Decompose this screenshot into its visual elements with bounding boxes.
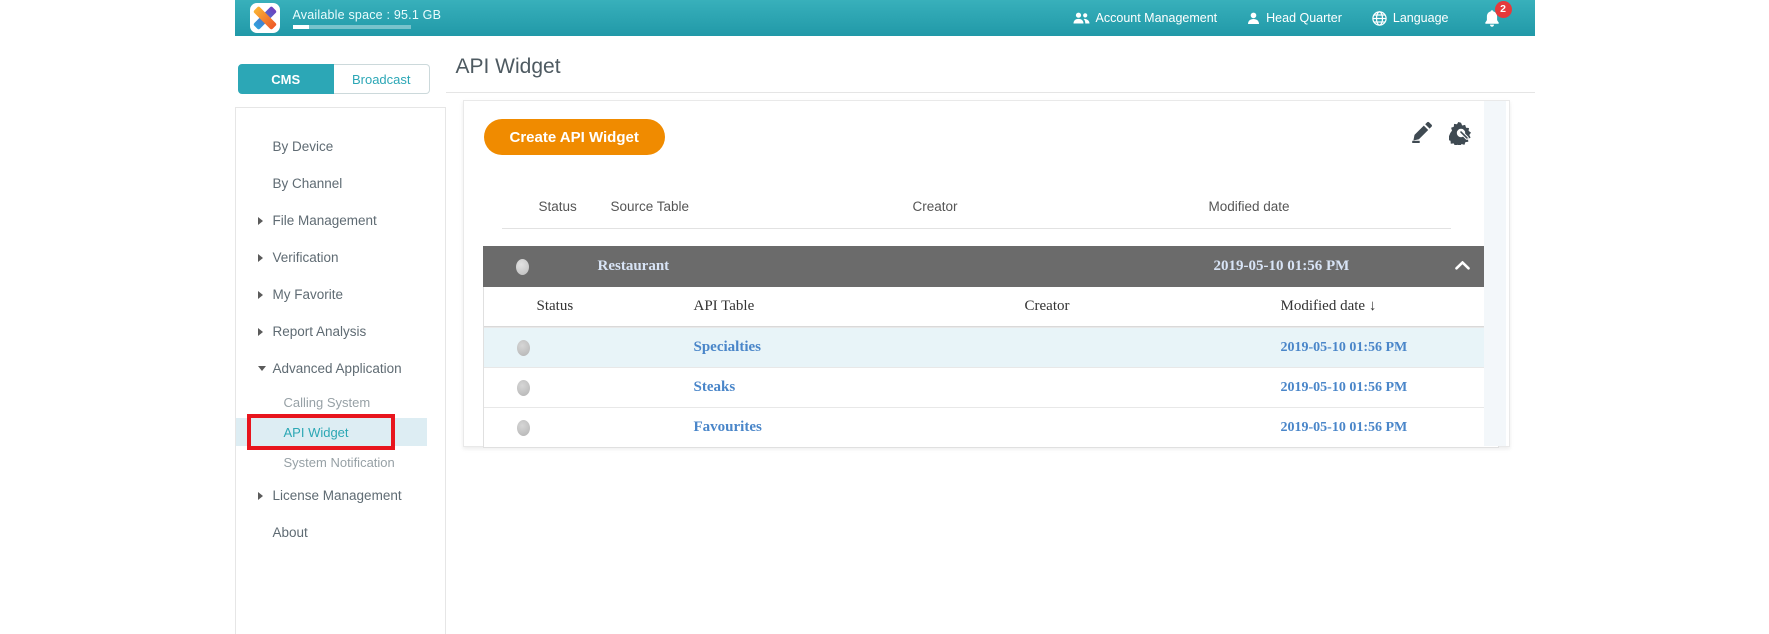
sidebar-subitem-label: API Widget [284, 425, 349, 440]
nav-language-label: Language [1393, 11, 1449, 25]
status-dot [517, 380, 530, 396]
sidebar-subitem-api-widget[interactable]: API Widget [236, 418, 427, 446]
settings-gear-icon[interactable] [1449, 121, 1473, 145]
sidebar-subitem-system-notification[interactable]: System Notification [236, 447, 445, 477]
subcol-status: Status [484, 298, 694, 315]
sidebar-item-label: Verification [273, 250, 339, 265]
sidebar-item-label: My Favorite [273, 287, 344, 302]
sidebar-panel: By Device By Channel File Management Ver… [235, 107, 446, 634]
nav-head-quarter-label: Head Quarter [1266, 11, 1342, 25]
nav-head-quarter[interactable]: Head Quarter [1247, 11, 1342, 25]
subcol-modified-date-label: Modified date [1281, 298, 1366, 314]
row-name[interactable]: Favourites [694, 419, 1025, 436]
sidebar-item-label: About [273, 525, 308, 540]
table-row-steaks[interactable]: Steaks 2019-05-10 01:56 PM [484, 367, 1498, 407]
users-icon [1073, 12, 1090, 25]
chevron-right-icon [258, 492, 273, 500]
main-header: API Widget [446, 36, 1535, 93]
col-modified-date: Modified date [1209, 199, 1451, 214]
chevron-right-icon [258, 328, 273, 336]
nav-account-management[interactable]: Account Management [1073, 11, 1218, 25]
group-modified-date: 2019-05-10 01:56 PM [1214, 258, 1427, 275]
nav-language[interactable]: Language [1372, 11, 1449, 26]
sidebar-subitem-label: System Notification [284, 455, 395, 470]
chevron-right-icon [258, 254, 273, 262]
sidebar-item-label: Advanced Application [273, 361, 402, 376]
topbar-nav: Account Management Head Quarter Language… [1073, 9, 1535, 28]
available-space: Available space : 95.1 GB [293, 8, 442, 29]
available-space-label: Available space : 95.1 GB [293, 8, 442, 22]
sidebar-item-about[interactable]: About [236, 514, 445, 551]
notification-badge[interactable]: 2 [1495, 1, 1512, 18]
notification-bell[interactable]: 2 [1483, 9, 1501, 28]
sort-desc-icon: ↓ [1369, 298, 1377, 314]
table-row-specialties[interactable]: Specialties 2019-05-10 01:56 PM [484, 327, 1498, 367]
group-name[interactable]: Restaurant [598, 258, 1214, 275]
globe-icon [1372, 11, 1387, 26]
mode-toggle: CMS Broadcast [238, 64, 430, 94]
create-api-widget-button[interactable]: Create API Widget [484, 119, 665, 155]
main-content: API Widget Create API Widget Status Sour… [446, 36, 1535, 634]
sidebar-item-label: By Device [273, 139, 334, 154]
sidebar-item-label: Report Analysis [273, 324, 367, 339]
content-card: Create API Widget Status Source Table Cr… [463, 100, 1510, 447]
space-progress-fill [293, 25, 309, 29]
nav-account-management-label: Account Management [1096, 11, 1218, 25]
row-modified-date[interactable]: 2019-05-10 01:56 PM [1281, 420, 1418, 436]
collapse-chevron-icon[interactable] [1455, 258, 1470, 275]
sidebar-subitem-calling-system[interactable]: Calling System [236, 387, 445, 417]
subtable-header: Status API Table Creator Modified date ↓ [484, 287, 1498, 327]
subcol-api-table: API Table [694, 298, 1025, 315]
topbar: Available space : 95.1 GB Account Manage… [235, 0, 1535, 36]
sidebar-item-label: License Management [273, 488, 402, 503]
sidebar-item-by-device[interactable]: By Device [236, 128, 445, 165]
row-name[interactable]: Steaks [694, 379, 1025, 396]
sidebar-item-file-management[interactable]: File Management [236, 202, 445, 239]
sidebar-item-license-management[interactable]: License Management [236, 477, 445, 514]
sidebar-item-label: File Management [273, 213, 377, 228]
row-name[interactable]: Specialties [694, 339, 1025, 356]
tab-cms[interactable]: CMS [238, 64, 335, 94]
sidebar-item-label: By Channel [273, 176, 343, 191]
table-header: Status Source Table Creator Modified dat… [502, 199, 1451, 229]
subcol-modified-date[interactable]: Modified date ↓ [1281, 298, 1418, 315]
group-row-restaurant[interactable]: Restaurant 2019-05-10 01:56 PM [483, 246, 1499, 287]
sidebar-item-verification[interactable]: Verification [236, 239, 445, 276]
table-row-favourites[interactable]: Favourites 2019-05-10 01:56 PM [484, 407, 1498, 447]
status-dot [517, 420, 530, 436]
space-progressbar [293, 25, 411, 29]
chevron-right-icon [258, 291, 273, 299]
sidebar-item-my-favorite[interactable]: My Favorite [236, 276, 445, 313]
sidebar-item-by-channel[interactable]: By Channel [236, 165, 445, 202]
user-icon [1247, 12, 1260, 25]
card-actions [1410, 121, 1473, 145]
sidebar-subitem-label: Calling System [284, 395, 371, 410]
api-table-list: Status API Table Creator Modified date ↓… [483, 287, 1499, 448]
col-creator: Creator [913, 199, 1209, 214]
sidebar-item-report-analysis[interactable]: Report Analysis [236, 313, 445, 350]
chevron-right-icon [258, 217, 273, 225]
col-source-table: Source Table [611, 199, 913, 214]
subcol-creator: Creator [1025, 298, 1281, 315]
sidebar-item-advanced-application[interactable]: Advanced Application [236, 350, 445, 387]
edit-pencil-icon[interactable] [1410, 121, 1433, 145]
source-table-group: Restaurant 2019-05-10 01:56 PM Status AP… [483, 246, 1499, 448]
col-status: Status [502, 199, 611, 214]
status-dot [517, 340, 530, 356]
sidebar: CMS Broadcast By Device By Channel File … [235, 36, 446, 634]
row-modified-date[interactable]: 2019-05-10 01:56 PM [1281, 380, 1418, 396]
status-dot [516, 259, 529, 275]
row-modified-date[interactable]: 2019-05-10 01:56 PM [1281, 340, 1418, 356]
tab-broadcast[interactable]: Broadcast [334, 64, 430, 94]
app-window: Available space : 95.1 GB Account Manage… [235, 0, 1535, 634]
app-logo [250, 3, 280, 33]
chevron-down-icon [258, 366, 273, 371]
scrollbar-track[interactable] [1484, 101, 1506, 446]
page-title: API Widget [456, 55, 1535, 79]
